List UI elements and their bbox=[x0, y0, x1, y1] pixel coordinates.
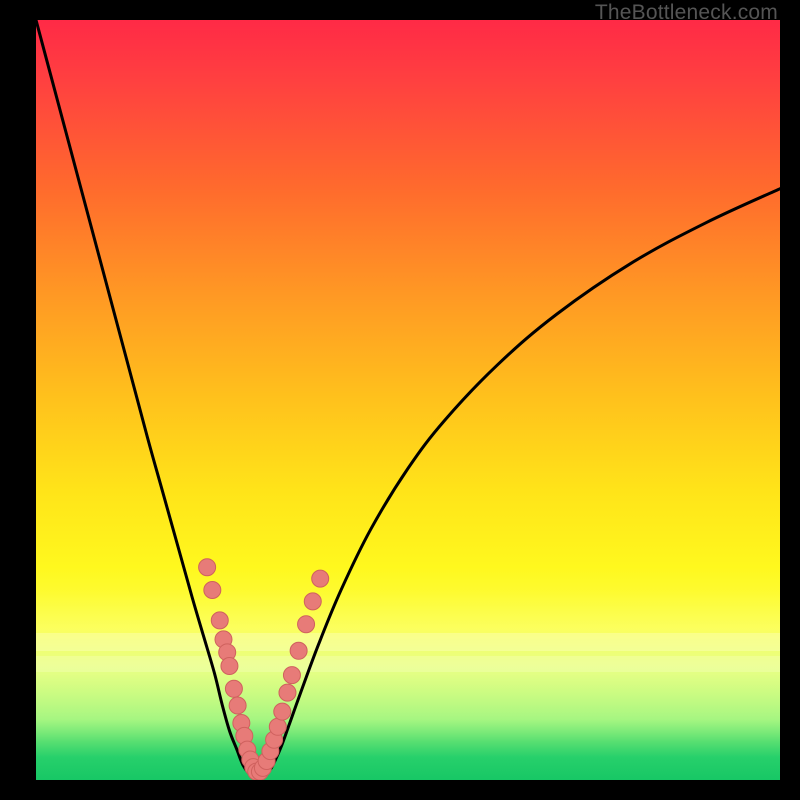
marker-dot bbox=[312, 570, 329, 587]
marker-dot bbox=[304, 593, 321, 610]
marker-dot bbox=[248, 763, 265, 780]
marker-dot bbox=[204, 582, 221, 599]
watermark-text: TheBottleneck.com bbox=[595, 1, 778, 25]
marker-dot bbox=[290, 642, 307, 659]
marker-dot bbox=[283, 667, 300, 684]
haze-band-1 bbox=[36, 633, 780, 651]
marker-dot bbox=[266, 731, 283, 748]
marker-dot bbox=[233, 715, 250, 732]
marker-dot bbox=[211, 612, 228, 629]
haze-band-2 bbox=[36, 656, 780, 672]
marker-dot bbox=[251, 763, 268, 780]
marker-dot bbox=[225, 680, 242, 697]
marker-dot bbox=[215, 631, 232, 648]
curve-layer bbox=[36, 20, 780, 780]
marker-dot bbox=[219, 644, 236, 661]
marker-dot bbox=[274, 703, 291, 720]
marker-dot bbox=[239, 741, 256, 758]
marker-dot bbox=[254, 759, 271, 776]
marker-dot bbox=[269, 718, 286, 735]
marker-dot bbox=[199, 559, 216, 576]
marker-dot bbox=[279, 684, 296, 701]
marker-dot bbox=[245, 759, 262, 776]
marker-dot bbox=[242, 751, 259, 768]
bottleneck-curve bbox=[36, 20, 780, 777]
glow-band bbox=[36, 590, 780, 780]
marker-group bbox=[199, 559, 329, 780]
marker-dot bbox=[236, 727, 253, 744]
marker-dot bbox=[229, 697, 246, 714]
plot-area bbox=[36, 20, 780, 780]
marker-dot bbox=[262, 743, 279, 760]
marker-dot bbox=[258, 753, 275, 770]
marker-dot bbox=[298, 616, 315, 633]
chart-frame: TheBottleneck.com bbox=[0, 0, 800, 800]
marker-dot bbox=[221, 658, 238, 675]
